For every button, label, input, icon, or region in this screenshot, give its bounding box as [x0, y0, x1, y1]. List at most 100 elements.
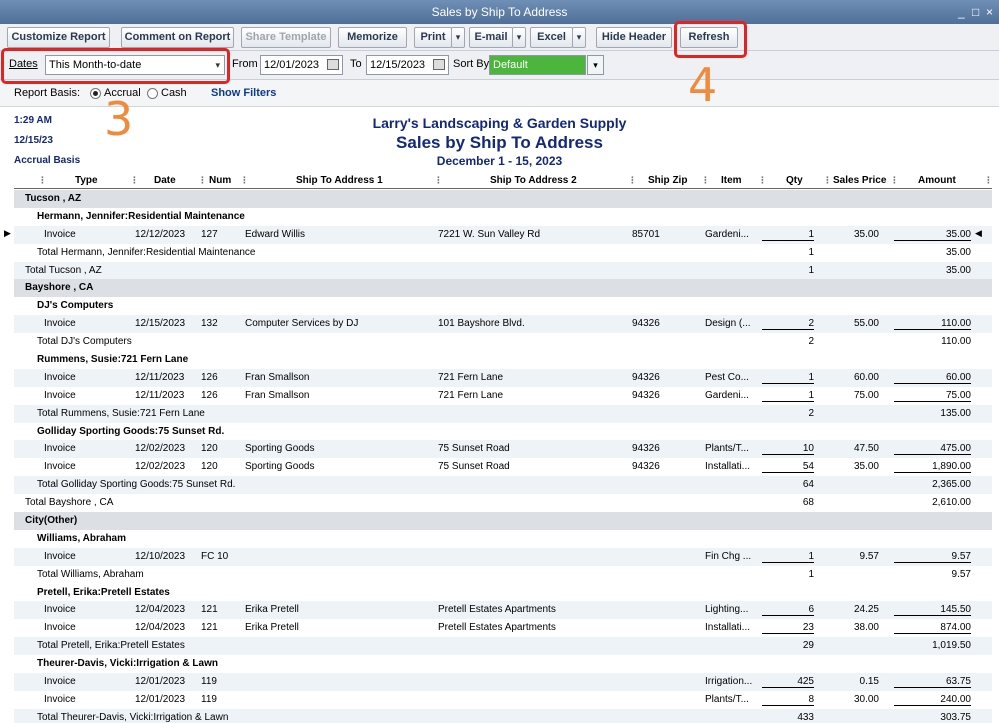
- total-amount-cell: 2,365.00: [932, 479, 971, 491]
- close-icon[interactable]: ×: [986, 0, 993, 24]
- hide-header-button[interactable]: Hide Header: [596, 27, 672, 48]
- customer-total-row[interactable]: Total Golliday Sporting Goods:75 Sunset …: [14, 476, 992, 495]
- ship-to-address-2-cell: 7221 W. Sun Valley Rd: [438, 228, 541, 240]
- customize-report-button[interactable]: Customize Report: [7, 27, 110, 48]
- qty-cell: 6: [762, 604, 814, 617]
- customer-total-row[interactable]: Total Pretell, Erika:Pretell Estates 29 1,…: [14, 637, 992, 656]
- date-cell: 12/02/2023: [135, 461, 186, 473]
- cash-radio[interactable]: [147, 88, 158, 99]
- customer-header-row[interactable]: Hermann, Jennifer:Residential Maintenanc…: [14, 208, 992, 226]
- group-label: City(Other): [25, 515, 78, 527]
- row-pointer-icon: ▶: [4, 227, 11, 238]
- company-name: Larry's Landscaping & Garden Supply: [372, 115, 627, 131]
- qty-cell: 1: [762, 372, 814, 384]
- accrual-radio[interactable]: [90, 88, 101, 99]
- table-row[interactable]: Invoice 12/01/2023 119 Plants/T... 8 30.00 240…: [14, 691, 992, 709]
- group-header-row[interactable]: Tucson , AZ: [14, 190, 992, 208]
- type-cell: Invoice: [44, 622, 76, 634]
- excel-dropdown-icon[interactable]: ▾: [572, 27, 586, 48]
- group-total-row[interactable]: Total Bayshore , CA 68 2,610.00: [14, 494, 992, 512]
- customer-header-row[interactable]: Pretell, Erika:Pretell Estates: [14, 584, 992, 602]
- customer-header-row[interactable]: Rummens, Susie:721 Fern Lane: [14, 351, 992, 369]
- calendar-icon[interactable]: [433, 59, 445, 70]
- col-ship-to-address-2[interactable]: Ship To Address 2: [490, 175, 577, 186]
- item-cell: Lighting...: [705, 604, 749, 616]
- date-cell: 12/01/2023: [135, 676, 186, 688]
- from-date-value: 12/01/2023: [264, 59, 320, 71]
- col-sales-price[interactable]: Sales Price: [833, 175, 886, 186]
- customer-header-row[interactable]: Golliday Sporting Goods:75 Sunset Rd.: [14, 423, 992, 441]
- share-template-button[interactable]: Share Template: [241, 27, 331, 48]
- from-date-field[interactable]: 12/01/2023: [260, 55, 343, 75]
- table-row[interactable]: Invoice 12/11/2023 126 Fran Smallson 721 Fer…: [14, 387, 992, 405]
- memorize-button[interactable]: Memorize: [338, 27, 407, 48]
- table-row[interactable]: Invoice 12/04/2023 121 Erika Pretell Pretell…: [14, 601, 992, 620]
- col-amount[interactable]: Amount: [918, 175, 956, 186]
- num-cell: 132: [201, 318, 218, 330]
- sort-by-select[interactable]: Default: [489, 55, 586, 75]
- group-total-row[interactable]: Total Tucson , AZ 1 35.00: [14, 261, 992, 280]
- sales-price-cell: 30.00: [853, 693, 879, 705]
- customer-total-row[interactable]: Total DJ's Computers 2 110.00: [14, 333, 992, 351]
- total-qty-cell: 64: [802, 479, 814, 491]
- customer-total-row[interactable]: Total Williams, Abraham 1 9.57: [14, 566, 992, 584]
- num-cell: 120: [201, 443, 218, 455]
- email-dropdown-icon[interactable]: ▾: [512, 27, 526, 48]
- print-dropdown-icon[interactable]: ▾: [451, 27, 465, 48]
- show-filters-link[interactable]: Show Filters: [211, 87, 276, 99]
- col-ship-zip[interactable]: Ship Zip: [648, 175, 687, 186]
- customer-total-row[interactable]: Total Theurer-Davis, Vicki:Irrigation & …: [14, 708, 992, 723]
- table-row[interactable]: Invoice 12/10/2023 FC 10 Fin Chg ... 1 9.57 9.…: [14, 547, 992, 566]
- customer-total-row[interactable]: Total Rummens, Susie:721 Fern Lane 2 135.0…: [14, 404, 992, 423]
- ship-to-address-1-cell: Erika Pretell: [245, 622, 299, 634]
- qty-cell: 8: [762, 694, 814, 706]
- sort-by-dropdown-icon[interactable]: ▾: [587, 55, 604, 75]
- table-row[interactable]: Invoice 12/04/2023 121 Erika Pretell Pretell…: [14, 619, 992, 637]
- sales-price-cell: 60.00: [853, 371, 879, 383]
- total-qty-cell: 1: [808, 264, 814, 276]
- customer-header-row[interactable]: Theurer-Davis, Vicki:Irrigation & Lawn: [14, 655, 992, 673]
- amount-cell: 145.50: [894, 604, 971, 617]
- col-num[interactable]: Num: [209, 175, 231, 186]
- customer-header-row[interactable]: DJ's Computers: [14, 297, 992, 315]
- table-row[interactable]: Invoice 12/01/2023 119 Irrigation... 425 0.15…: [14, 673, 992, 691]
- total-qty-cell: 2: [808, 407, 814, 419]
- customer-label: Williams, Abraham: [37, 532, 127, 544]
- table-row[interactable]: Invoice 12/12/2023 127 Edward Willis 7221 W.…: [4, 225, 992, 244]
- col-qty[interactable]: Qty: [786, 175, 803, 186]
- from-label: From: [232, 58, 258, 70]
- maximize-icon[interactable]: □: [972, 0, 979, 24]
- num-cell: 119: [201, 676, 217, 688]
- comment-on-report-button[interactable]: Comment on Report: [121, 27, 234, 48]
- table-row[interactable]: Invoice 12/02/2023 120 Sporting Goods 75 Sun…: [14, 440, 992, 459]
- print-button[interactable]: Print: [414, 27, 452, 48]
- ship-to-address-2-cell: 75 Sunset Road: [438, 443, 510, 455]
- to-label: To: [350, 58, 362, 70]
- total-qty-cell: 29: [802, 640, 814, 652]
- ship-to-address-2-cell: Pretell Estates Apartments: [438, 622, 556, 634]
- col-date[interactable]: Date: [154, 175, 176, 186]
- group-header-row[interactable]: City(Other): [14, 512, 992, 530]
- col-item[interactable]: Item: [721, 175, 742, 186]
- excel-button[interactable]: Excel: [530, 27, 573, 48]
- type-cell: Invoice: [44, 228, 76, 240]
- table-row[interactable]: Invoice 12/11/2023 126 Fran Smallson 721 Fer…: [14, 368, 992, 387]
- type-cell: Invoice: [44, 389, 76, 401]
- customer-header-row[interactable]: Williams, Abraham: [14, 530, 992, 548]
- qty-cell: 10: [762, 443, 814, 456]
- group-header-row[interactable]: Bayshore , CA: [14, 279, 992, 298]
- num-cell: 126: [201, 371, 218, 383]
- date-cell: 12/11/2023: [135, 389, 185, 401]
- ship-zip-cell: 94326: [632, 443, 660, 455]
- col-ship-to-address-1[interactable]: Ship To Address 1: [296, 175, 383, 186]
- email-button[interactable]: E-mail: [469, 27, 513, 48]
- table-row[interactable]: Invoice 12/02/2023 120 Sporting Goods 75 Sun…: [14, 458, 992, 476]
- sales-price-cell: 35.00: [853, 228, 879, 240]
- col-type[interactable]: Type: [75, 175, 98, 186]
- calendar-icon[interactable]: [327, 59, 339, 70]
- total-qty-cell: 1: [808, 246, 814, 258]
- table-row[interactable]: Invoice 12/15/2023 132 Computer Services by…: [14, 315, 992, 334]
- minimize-icon[interactable]: _: [958, 0, 965, 24]
- customer-total-row[interactable]: Total Hermann, Jennifer:Residential Main…: [14, 244, 992, 262]
- to-date-field[interactable]: 12/15/2023: [366, 55, 449, 75]
